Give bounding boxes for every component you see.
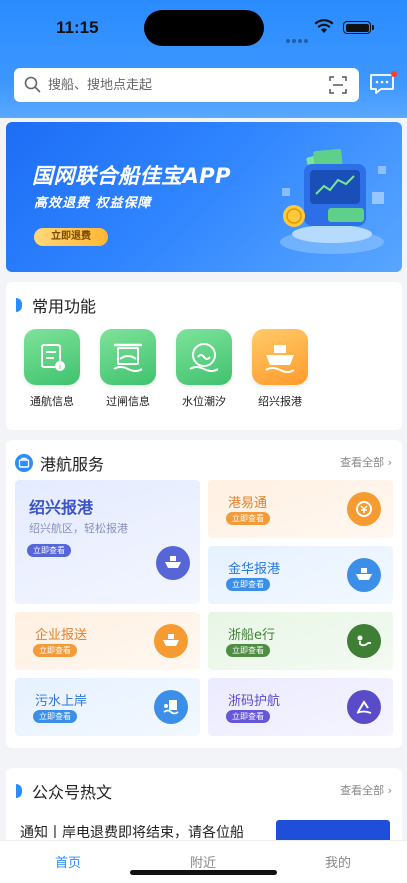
chevron-right-icon: › — [387, 456, 392, 469]
ship-icon — [156, 546, 190, 580]
common-functions-card: 常用功能 i 通航信息 过闸信息 水位潮汐 绍兴报港 — [6, 282, 402, 430]
anchor-bag-icon — [15, 454, 33, 472]
banner-title: 国网联合船佳宝APP — [32, 164, 232, 188]
tile-view-button[interactable]: 立即查看 — [33, 644, 77, 657]
tile-zhechuan-exing[interactable]: 浙船e行 立即查看 — [208, 612, 393, 670]
ship-report-icon — [252, 329, 308, 385]
func-navigation-info[interactable]: i 通航信息 — [17, 329, 87, 409]
func-label: 水位潮汐 — [182, 395, 226, 408]
view-all-label: 查看全部 — [340, 456, 385, 469]
func-label: 绍兴报港 — [258, 395, 302, 408]
nav-home[interactable]: 首页 — [55, 852, 81, 871]
section-marker — [16, 298, 22, 312]
unread-dot — [391, 71, 397, 77]
view-all-label: 查看全部 — [340, 784, 385, 797]
tile-view-button[interactable]: 立即查看 — [226, 512, 270, 525]
banner-refund-button[interactable]: 立即退费 — [34, 228, 108, 246]
svg-text:i: i — [59, 363, 61, 371]
tile-sewage-ashore[interactable]: 污水上岸 立即查看 — [15, 678, 200, 736]
banner-subtitle: 高效退费 权益保障 — [34, 196, 152, 211]
signal-dots-icon — [286, 28, 310, 47]
func-lock-info[interactable]: 过闸信息 — [93, 329, 163, 409]
func-water-tide[interactable]: 水位潮汐 — [169, 329, 239, 409]
sewage-icon — [154, 690, 188, 724]
status-bar: 11:15 — [0, 0, 407, 56]
tile-title: 污水上岸 — [35, 694, 88, 709]
search-icon — [24, 76, 41, 93]
escort-icon — [347, 690, 381, 724]
tile-title: 绍兴报港 — [29, 498, 94, 517]
wallet-illustration-icon — [280, 148, 386, 254]
tile-jinhua-report[interactable]: 金华报港 立即查看 — [208, 546, 393, 604]
search-input[interactable] — [48, 74, 308, 96]
section-title: 公众号热文 — [32, 783, 113, 802]
func-label: 通航信息 — [30, 395, 74, 408]
tile-view-button[interactable]: 立即查看 — [226, 710, 270, 723]
articles-card: 公众号热文 查看全部 › 通知丨岸电退费即将结束，请各位船 — [6, 768, 402, 848]
tile-title: 企业报送 — [35, 628, 88, 643]
section-title: 常用功能 — [32, 297, 97, 316]
message-button[interactable] — [369, 71, 397, 97]
port-services-card: 港航服务 查看全部 › 绍兴报港 绍兴航区，轻松报港 立即查看 港易通 立即查看… — [6, 440, 402, 748]
tile-zhema-huhang[interactable]: 浙码护航 立即查看 — [208, 678, 393, 736]
articles-view-all-link[interactable]: 查看全部 › — [340, 782, 392, 798]
article-title[interactable]: 通知丨岸电退费即将结束，请各位船 — [20, 822, 244, 842]
water-level-icon — [176, 329, 232, 385]
port-view-all-link[interactable]: 查看全部 › — [340, 454, 392, 470]
promo-banner[interactable]: 国网联合船佳宝APP 高效退费 权益保障 立即退费 — [6, 122, 402, 272]
tile-enterprise-report[interactable]: 企业报送 立即查看 — [15, 612, 200, 670]
section-title: 港航服务 — [40, 455, 105, 474]
func-shaoxing-report[interactable]: 绍兴报港 — [245, 329, 315, 409]
chevron-right-icon: › — [387, 784, 392, 797]
tile-view-button[interactable]: 立即查看 — [226, 578, 270, 591]
scan-icon[interactable] — [329, 76, 347, 94]
tile-desc: 绍兴航区，轻松报港 — [29, 522, 128, 535]
tile-shaoxing-report[interactable]: 绍兴报港 绍兴航区，轻松报港 立即查看 — [15, 480, 200, 604]
route-icon — [347, 624, 381, 658]
lock-gate-icon — [100, 329, 156, 385]
tile-view-button[interactable]: 立即查看 — [33, 710, 77, 723]
tile-view-button[interactable]: 立即查看 — [226, 644, 270, 657]
func-label: 过闸信息 — [106, 395, 150, 408]
tile-title: 浙码护航 — [228, 694, 281, 709]
bottom-nav: 首页 附近 我的 — [0, 840, 407, 883]
coin-icon — [347, 492, 381, 526]
nav-nearby[interactable]: 附近 — [190, 852, 216, 871]
section-marker — [16, 784, 22, 798]
document-info-icon: i — [24, 329, 80, 385]
search-bar[interactable] — [14, 68, 359, 102]
tile-title: 浙船e行 — [228, 628, 275, 643]
tile-view-button[interactable]: 立即查看 — [27, 544, 71, 557]
home-indicator — [130, 870, 277, 875]
battery-icon — [343, 21, 374, 34]
dynamic-island — [144, 10, 264, 46]
tile-title: 金华报港 — [228, 562, 281, 577]
tile-title: 港易通 — [228, 496, 268, 511]
wifi-icon — [314, 19, 334, 33]
status-time: 11:15 — [56, 18, 99, 37]
ship-icon — [154, 624, 188, 658]
port-services-header: 港航服务 — [14, 451, 104, 475]
nav-mine[interactable]: 我的 — [325, 852, 351, 871]
common-functions-header: 常用功能 — [16, 293, 96, 317]
articles-header: 公众号热文 — [16, 779, 112, 803]
ship-icon — [347, 558, 381, 592]
tile-gangyitong[interactable]: 港易通 立即查看 — [208, 480, 393, 538]
